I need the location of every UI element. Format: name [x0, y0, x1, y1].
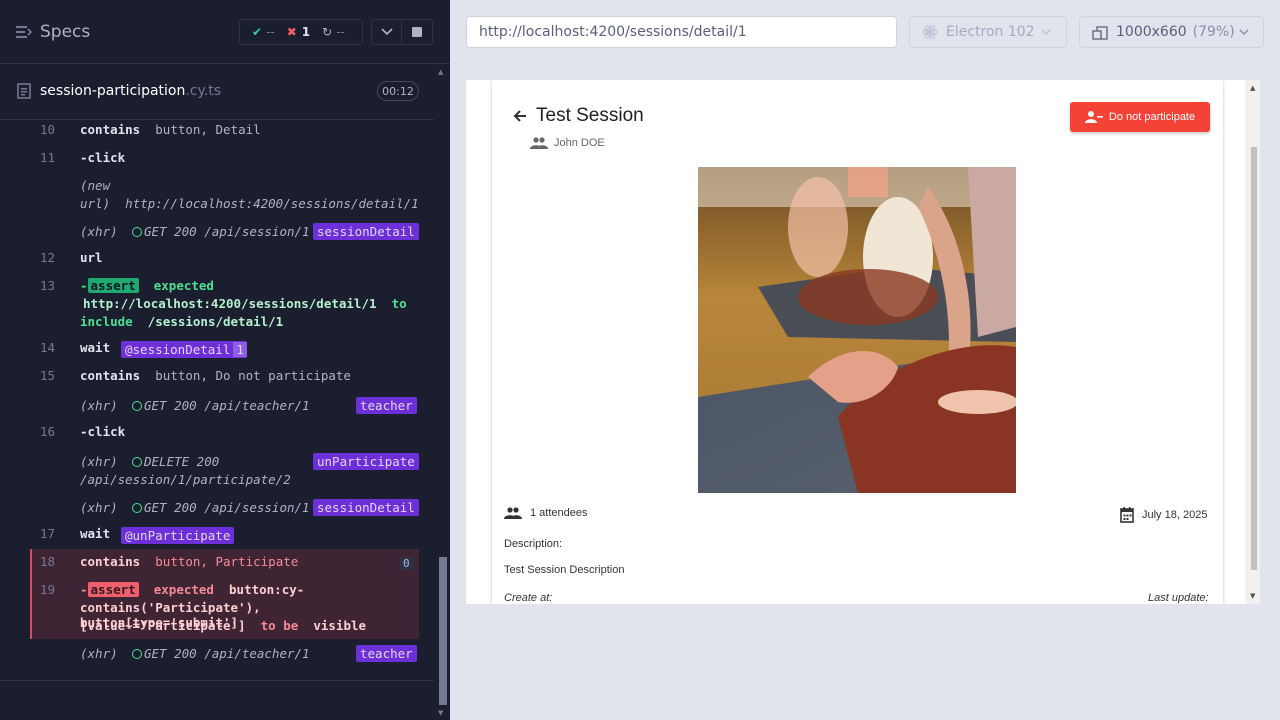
- file-icon: [17, 83, 31, 99]
- teacher-name: John DOE: [530, 137, 605, 149]
- chevron-down-icon: [380, 28, 393, 36]
- viewport-label: 1000x660: [1116, 24, 1187, 40]
- check-icon: ✔: [252, 25, 263, 39]
- specs-label: Specs: [40, 22, 91, 42]
- browser-selector[interactable]: Electron 102: [909, 16, 1067, 48]
- alias-tag: @sessionDetail 1: [121, 341, 247, 358]
- do-not-participate-button[interactable]: Do not participate: [1070, 102, 1210, 132]
- session-card: Test Session John DOE Do not participate: [492, 80, 1223, 604]
- description-text: Test Session Description: [504, 564, 625, 576]
- session-image: [698, 167, 1016, 493]
- spec-file-bar: session-participation.cy.ts 00:12: [0, 65, 434, 120]
- chevron-down-icon: [1041, 29, 1051, 35]
- scroll-up-icon[interactable]: ▲: [1250, 84, 1255, 92]
- calendar-icon: [1120, 507, 1134, 523]
- pending-stat: ↻ --: [322, 25, 345, 39]
- divider: [0, 680, 434, 681]
- created-at-label: Create at:: [504, 592, 553, 604]
- status-circle-icon: [132, 227, 142, 237]
- toggle-auto-scroll-button[interactable]: [372, 20, 403, 44]
- element-count-badge: 0: [400, 557, 413, 570]
- reporter-header: Specs ✔ -- ✖ 1 ↻ --: [0, 0, 450, 64]
- status-circle-icon: [132, 401, 142, 411]
- alias-tag: @unParticipate: [121, 527, 235, 544]
- status-circle-icon: [132, 457, 142, 467]
- arrow-back-icon[interactable]: [512, 108, 528, 124]
- command-log: 10 contains button, Detail 11 -click (ne…: [30, 120, 419, 667]
- electron-icon: [922, 25, 938, 39]
- assert-badge: assert: [87, 278, 139, 293]
- attendees-count: 1 attendees: [504, 507, 588, 519]
- passed-stat: ✔ --: [252, 25, 275, 39]
- alias-tag: sessionDetail: [313, 499, 419, 516]
- test-stats: ✔ -- ✖ 1 ↻ --: [239, 19, 363, 45]
- status-circle-icon: [132, 503, 142, 513]
- session-date: July 18, 2025: [1120, 507, 1207, 523]
- assert-badge: assert: [87, 582, 139, 597]
- url-bar[interactable]: http://localhost:4200/sessions/detail/1: [466, 16, 897, 48]
- viewport-selector[interactable]: 1000x660 (79%): [1079, 16, 1264, 48]
- menu-icon: [16, 26, 32, 38]
- scroll-down-icon[interactable]: ▼: [438, 709, 443, 717]
- people-icon: [504, 507, 522, 519]
- stop-icon: [412, 27, 422, 37]
- cross-icon: ✖: [286, 25, 297, 39]
- person-remove-icon: [1084, 111, 1103, 123]
- description-label: Description:: [504, 538, 563, 550]
- failed-stat: ✖ 1: [286, 25, 311, 39]
- status-circle-icon: [132, 649, 142, 659]
- stop-button[interactable]: [402, 20, 432, 44]
- pending-icon: ↻: [322, 25, 333, 39]
- session-title: Test Session: [536, 105, 644, 126]
- spec-file-name[interactable]: session-participation.cy.ts: [40, 83, 221, 99]
- scroll-up-icon[interactable]: ▲: [438, 68, 443, 76]
- viewport-icon: [1092, 26, 1108, 40]
- app-under-test: Test Session John DOE Do not participate: [466, 80, 1260, 604]
- app-scrollbar-thumb[interactable]: [1251, 147, 1257, 570]
- specs-button[interactable]: Specs: [16, 20, 90, 44]
- run-controls: [371, 19, 433, 45]
- reporter-scrollbar-thumb[interactable]: [439, 557, 447, 705]
- browser-label: Electron 102: [946, 24, 1035, 40]
- alias-tag: sessionDetail: [313, 223, 419, 240]
- spec-duration: 00:12: [377, 81, 419, 101]
- alias-tag: unParticipate: [313, 453, 419, 470]
- scroll-down-icon[interactable]: ▼: [1250, 592, 1255, 600]
- last-update-label: Last update:: [1148, 592, 1209, 604]
- zoom-label: (79%): [1192, 24, 1235, 40]
- people-icon: [530, 137, 548, 149]
- chevron-down-icon: [1239, 29, 1249, 35]
- alias-tag: teacher: [356, 645, 417, 662]
- alias-tag: teacher: [356, 397, 417, 414]
